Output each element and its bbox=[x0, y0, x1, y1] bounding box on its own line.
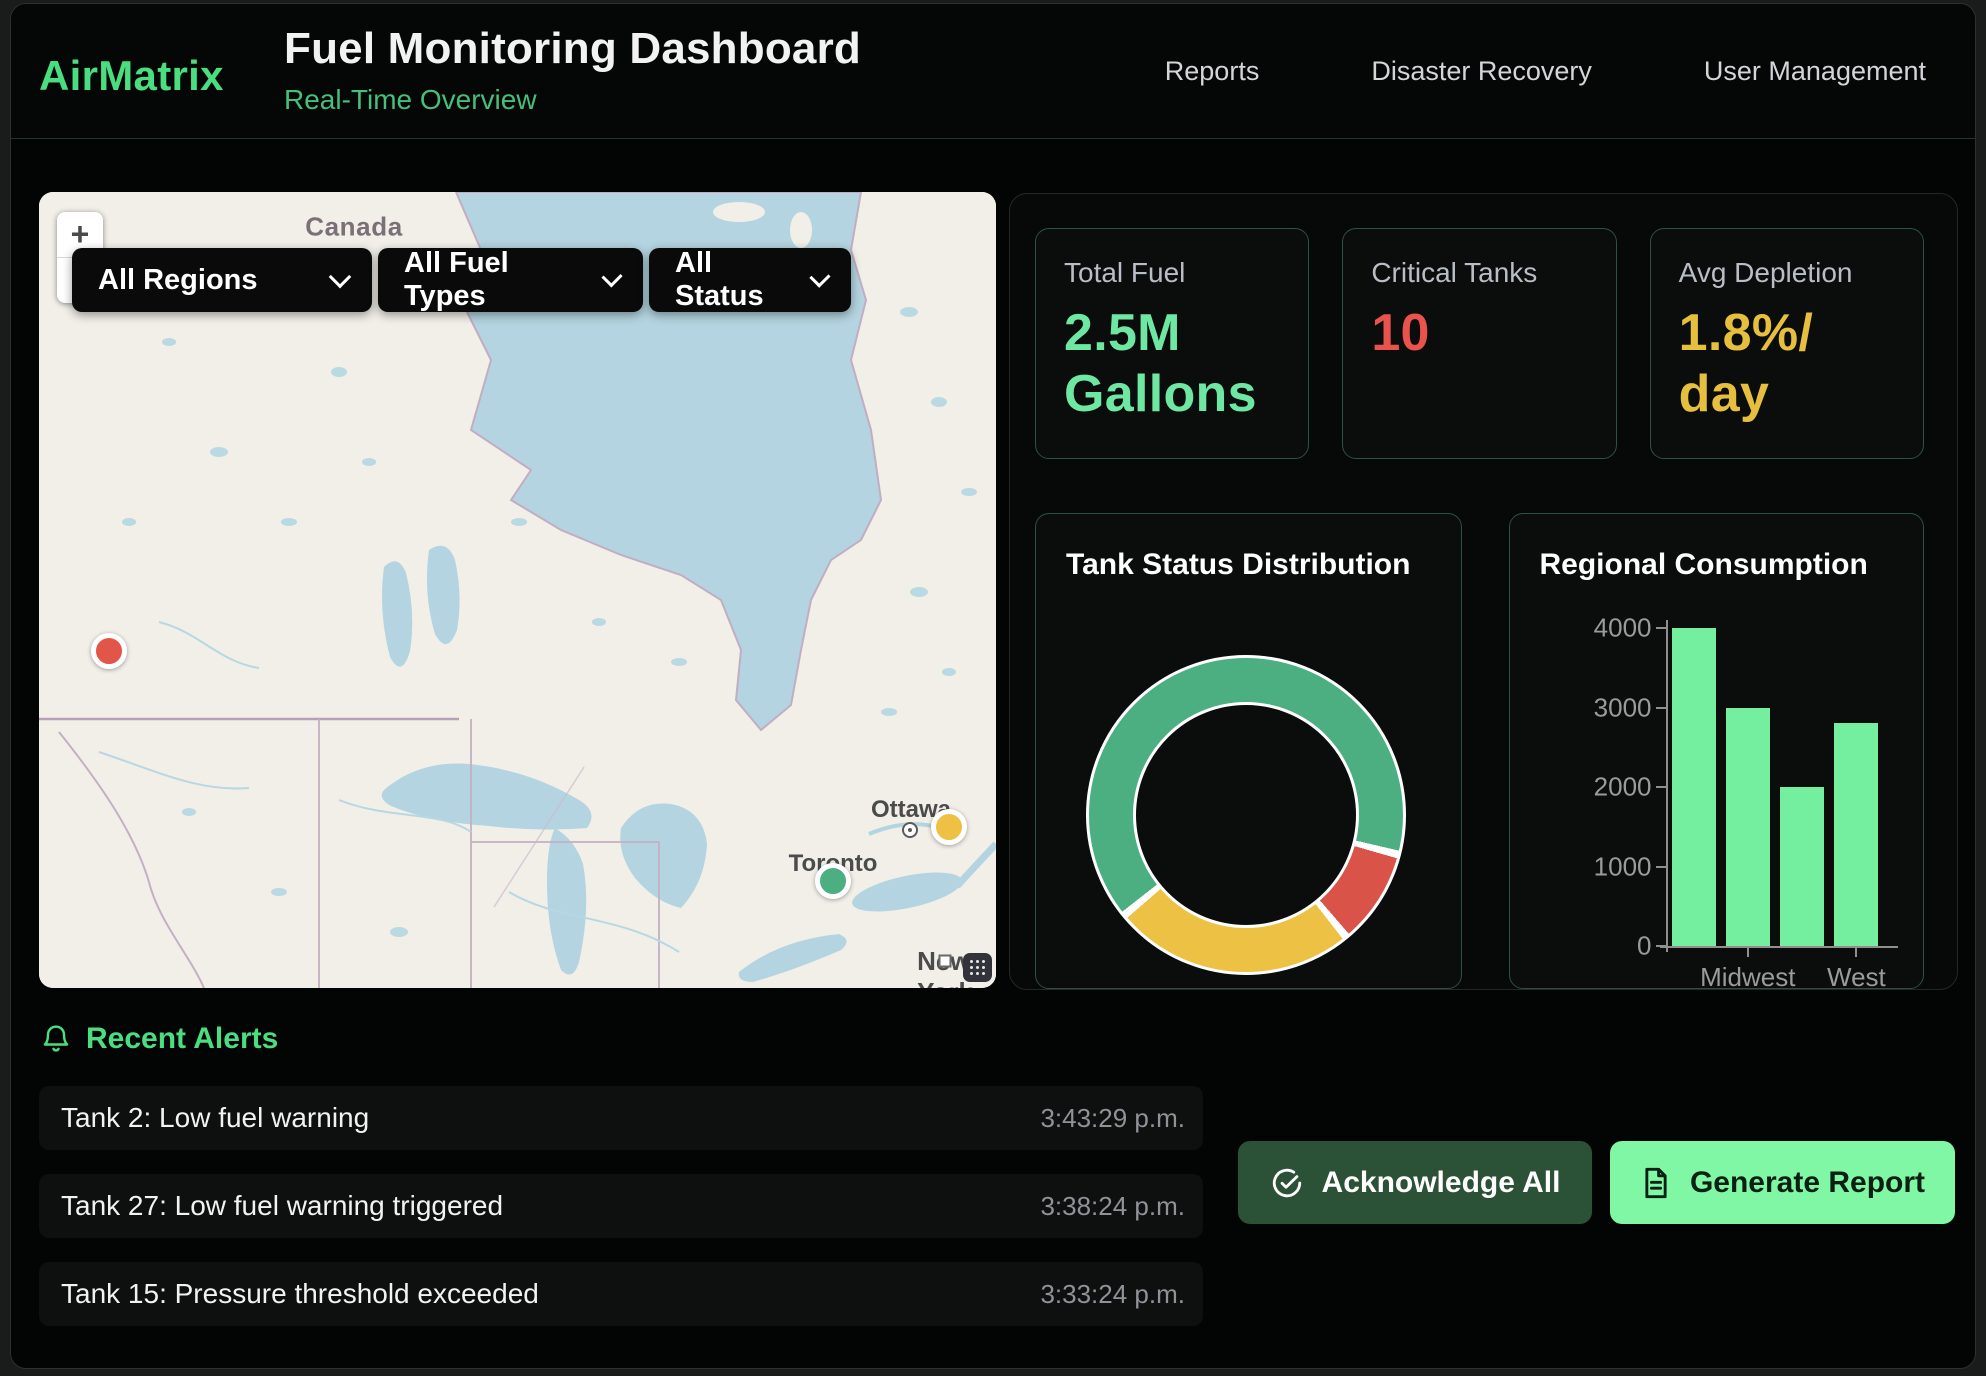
y-axis-line bbox=[1666, 620, 1668, 952]
bar-midwest bbox=[1726, 708, 1770, 947]
kpi-row: Total Fuel 2.5M Gallons Critical Tanks 1… bbox=[1035, 228, 1924, 459]
alert-time: 3:38:24 p.m. bbox=[1040, 1191, 1185, 1222]
acknowledge-all-button[interactable]: Acknowledge All bbox=[1238, 1141, 1592, 1224]
chevron-down-icon bbox=[601, 266, 623, 288]
regional-consumption-card: Regional Consumption 01000200030004000Mi… bbox=[1509, 513, 1925, 989]
donut-chart-title: Tank Status Distribution bbox=[1066, 548, 1410, 582]
tank-marker-warning[interactable] bbox=[931, 809, 967, 845]
kpi-critical-tanks: Critical Tanks 10 bbox=[1342, 228, 1616, 459]
page-subtitle: Real-Time Overview bbox=[284, 84, 861, 116]
acknowledge-all-label: Acknowledge All bbox=[1322, 1166, 1561, 1200]
ottawa-town-icon bbox=[902, 822, 918, 838]
recent-alerts-heading: Recent Alerts bbox=[41, 1022, 278, 1056]
x-axis-tick bbox=[1855, 948, 1857, 957]
kpi-total-fuel: Total Fuel 2.5M Gallons bbox=[1035, 228, 1309, 459]
x-axis-tick-label: West bbox=[1827, 962, 1886, 993]
y-axis-tick-label: 1000 bbox=[1510, 851, 1652, 882]
stats-panel: Total Fuel 2.5M Gallons Critical Tanks 1… bbox=[1009, 193, 1958, 990]
main-nav: Reports Disaster Recovery User Managemen… bbox=[1165, 4, 1926, 138]
title-block: Fuel Monitoring Dashboard Real-Time Over… bbox=[284, 24, 861, 116]
alert-time: 3:43:29 p.m. bbox=[1040, 1103, 1185, 1134]
chevron-down-icon bbox=[810, 267, 831, 288]
y-axis-tick bbox=[1656, 627, 1666, 629]
y-axis-tick bbox=[1656, 945, 1666, 947]
alert-text: Tank 15: Pressure threshold exceeded bbox=[61, 1278, 539, 1310]
bar-south bbox=[1780, 787, 1824, 946]
kpi-value: 10 bbox=[1371, 303, 1587, 364]
y-axis-tick-label: 4000 bbox=[1510, 613, 1652, 644]
nav-disaster-recovery[interactable]: Disaster Recovery bbox=[1371, 56, 1592, 87]
dashboard-window: AirMatrix Fuel Monitoring Dashboard Real… bbox=[10, 3, 1976, 1369]
x-axis-line bbox=[1660, 946, 1898, 948]
generate-report-button[interactable]: Generate Report bbox=[1610, 1141, 1955, 1224]
alert-text: Tank 27: Low fuel warning triggered bbox=[61, 1190, 503, 1222]
kpi-value: 1.8%/ day bbox=[1679, 303, 1895, 426]
generate-report-label: Generate Report bbox=[1690, 1166, 1925, 1200]
alert-row[interactable]: Tank 15: Pressure threshold exceeded 3:3… bbox=[39, 1262, 1203, 1326]
alert-text: Tank 2: Low fuel warning bbox=[61, 1102, 369, 1134]
screen: AirMatrix Fuel Monitoring Dashboard Real… bbox=[0, 0, 1986, 1376]
alert-row[interactable]: Tank 2: Low fuel warning 3:43:29 p.m. bbox=[39, 1086, 1203, 1150]
map[interactable]: Canada Ottawa Toronto New York + − All R… bbox=[39, 192, 996, 988]
kpi-avg-depletion: Avg Depletion 1.8%/ day bbox=[1650, 228, 1924, 459]
page-title: Fuel Monitoring Dashboard bbox=[284, 24, 861, 74]
tank-marker-critical[interactable] bbox=[91, 633, 127, 669]
chevron-down-icon bbox=[329, 266, 352, 289]
bar-plot: 01000200030004000MidwestWest bbox=[1510, 514, 1924, 988]
tank-status-donut bbox=[1086, 655, 1406, 975]
filter-regions-label: All Regions bbox=[98, 264, 258, 297]
x-axis-tick bbox=[1747, 948, 1749, 957]
header: AirMatrix Fuel Monitoring Dashboard Real… bbox=[11, 4, 1975, 139]
brand-logo: AirMatrix bbox=[39, 52, 224, 100]
y-axis-tick bbox=[1656, 707, 1666, 709]
kpi-label: Avg Depletion bbox=[1679, 257, 1895, 289]
kpi-label: Total Fuel bbox=[1064, 257, 1280, 289]
bar-northeast bbox=[1672, 628, 1716, 946]
donut-hole bbox=[1133, 702, 1359, 928]
filter-fuel-types-label: All Fuel Types bbox=[404, 247, 575, 313]
map-filters: All Regions All Fuel Types All Status bbox=[72, 248, 851, 312]
y-axis-tick-label: 3000 bbox=[1510, 692, 1652, 723]
recent-alerts-title: Recent Alerts bbox=[86, 1022, 278, 1056]
bell-icon bbox=[41, 1023, 71, 1055]
map-resize-handle[interactable] bbox=[963, 953, 992, 982]
filter-fuel-types-dropdown[interactable]: All Fuel Types bbox=[378, 248, 643, 312]
x-axis-tick-label: Midwest bbox=[1700, 962, 1795, 993]
alert-time: 3:33:24 p.m. bbox=[1040, 1279, 1185, 1310]
bar-west bbox=[1834, 723, 1878, 946]
new-york-city-icon bbox=[939, 955, 952, 968]
charts-row: Tank Status Distribution Regional Consum… bbox=[1035, 513, 1924, 989]
y-axis-tick-label: 0 bbox=[1510, 931, 1652, 962]
alert-row[interactable]: Tank 27: Low fuel warning triggered 3:38… bbox=[39, 1174, 1203, 1238]
nav-reports[interactable]: Reports bbox=[1165, 56, 1260, 87]
nav-user-management[interactable]: User Management bbox=[1704, 56, 1926, 87]
kpi-value: 2.5M Gallons bbox=[1064, 303, 1280, 426]
tank-marker-normal[interactable] bbox=[815, 863, 851, 899]
check-circle-icon bbox=[1270, 1166, 1304, 1200]
y-axis-tick bbox=[1656, 866, 1666, 868]
filter-regions-dropdown[interactable]: All Regions bbox=[72, 248, 372, 312]
report-document-icon bbox=[1640, 1166, 1672, 1200]
y-axis-tick-label: 2000 bbox=[1510, 772, 1652, 803]
map-label-canada: Canada bbox=[305, 212, 403, 243]
tank-status-card: Tank Status Distribution bbox=[1035, 513, 1462, 989]
filter-status-label: All Status bbox=[675, 247, 783, 313]
filter-status-dropdown[interactable]: All Status bbox=[649, 248, 851, 312]
y-axis-tick bbox=[1656, 786, 1666, 788]
kpi-label: Critical Tanks bbox=[1371, 257, 1587, 289]
